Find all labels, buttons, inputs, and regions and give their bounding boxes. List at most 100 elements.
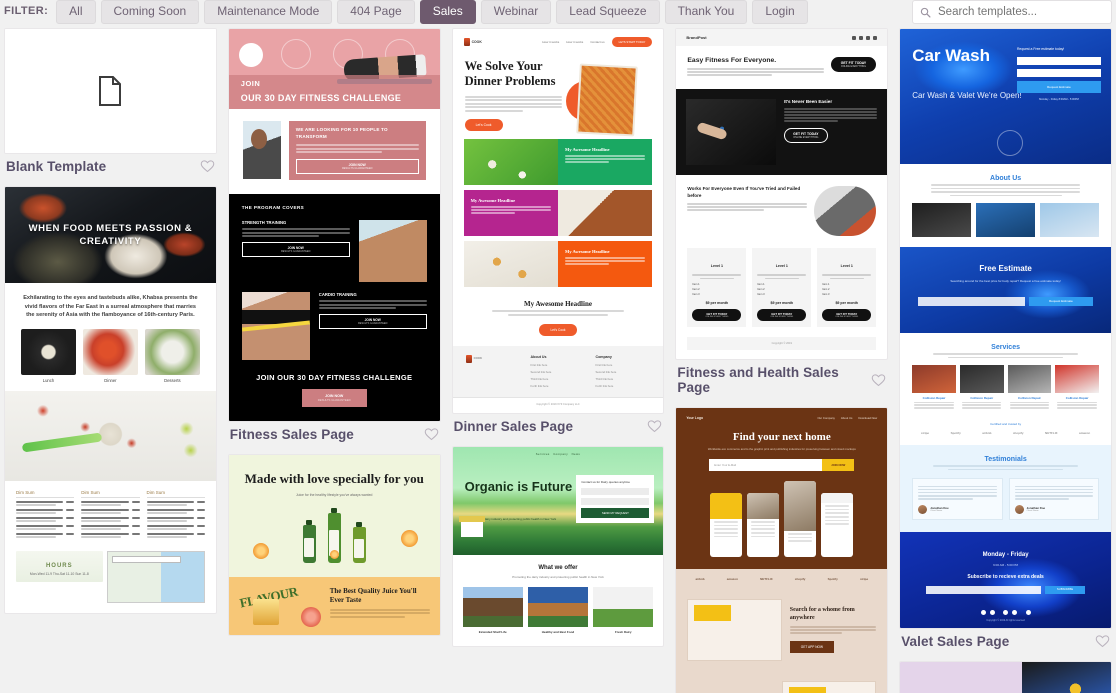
template-thumbnail-blank[interactable]	[4, 28, 217, 154]
email-field[interactable]	[1016, 68, 1101, 77]
center-cta[interactable]: Let's Cook	[538, 324, 578, 336]
template-caption: Blank Template	[4, 154, 217, 176]
nav-link[interactable]: How it works	[542, 40, 559, 44]
youtube-icon[interactable]	[873, 35, 878, 40]
nav-link[interactable]: Download Now	[858, 416, 877, 420]
tier-cta[interactable]: GET FIT TODAY ONLINE EVERYTHING	[692, 309, 742, 322]
template-thumbnail-realestate[interactable]: Your Logo Our Company About Us Download …	[675, 407, 889, 693]
tier-cta[interactable]: GET FIT TODAY ONLINE EVERYTHING	[757, 309, 807, 322]
submit-button[interactable]: Request Estimate	[1016, 80, 1101, 93]
template-item-partial[interactable]	[899, 660, 1112, 693]
filter-webinar[interactable]: Webinar	[480, 0, 552, 25]
template-item-realestate[interactable]: Your Logo Our Company About Us Download …	[675, 407, 889, 693]
footer-logo: COOK	[465, 355, 521, 391]
email-field[interactable]	[581, 498, 650, 506]
facebook-icon[interactable]	[852, 35, 857, 40]
template-thumbnail-juice[interactable]: Made with love specially for you Juice f…	[227, 454, 441, 637]
heart-icon[interactable]	[647, 419, 662, 434]
facebook-icon[interactable]	[980, 609, 986, 615]
fitness-hero-line1: JOIN	[240, 79, 261, 88]
subscribe-button[interactable]: SUBSCRIBE	[1044, 585, 1085, 594]
nav-link[interactable]: About Us	[841, 416, 853, 420]
tier-cta[interactable]: GET FIT TODAY ONLINE EVERYTHING	[822, 309, 872, 322]
fitness-offer-cta[interactable]: JOIN NOW RESULTS GUARANTEED	[295, 159, 419, 175]
filter-404-page[interactable]: 404 Page	[337, 0, 415, 25]
realestate-subhead: Worldwide eco commerce and to the graphi…	[707, 447, 856, 452]
filter-login[interactable]: Login	[752, 0, 808, 25]
template-item-dinner[interactable]: COOK How it works How it works Contact u…	[451, 28, 665, 436]
template-thumbnail-dinner[interactable]: COOK How it works How it works Contact u…	[451, 28, 665, 414]
service-card: Collision Repair	[912, 365, 956, 410]
filter-maintenance-mode[interactable]: Maintenance Mode	[204, 0, 333, 25]
submit-button[interactable]: SEND MY REQUEST	[581, 508, 650, 519]
footer-link[interactable]: First link here	[531, 363, 586, 367]
fitness-footer-cta[interactable]: JOIN NOW RESULTS GUARANTEED	[301, 389, 367, 408]
program-cta[interactable]: JOIN NOW RESULTS GUARANTEED	[318, 314, 427, 330]
template-item-restaurant[interactable]: WHEN FOOD MEETS PASSION & CREATIVITY Exh…	[4, 186, 217, 614]
program-cta[interactable]: JOIN NOW RESULTS GUARANTEED	[241, 242, 350, 258]
instagram-icon[interactable]	[866, 35, 871, 40]
envelope-icon[interactable]	[1012, 609, 1018, 615]
filter-lead-squeeze[interactable]: Lead Squeeze	[556, 0, 660, 25]
nav-link[interactable]: Services	[536, 452, 550, 456]
template-title: Dinner Sales Page	[453, 419, 574, 434]
template-thumbnail-restaurant[interactable]: WHEN FOOD MEETS PASSION & CREATIVITY Exh…	[4, 186, 217, 614]
subscribe-input[interactable]	[926, 585, 1041, 594]
footer-link[interactable]: Third link here	[531, 377, 586, 381]
search-input[interactable]	[936, 5, 1104, 19]
template-item-valet[interactable]: Car Wash Car Wash & Valet We're Open! Re…	[899, 28, 1112, 651]
fh-hero-cta[interactable]: GET FIT TODAY ONLINE EVERYTHING	[830, 57, 877, 72]
nav-link[interactable]: How it works	[566, 40, 583, 44]
name-field[interactable]	[1016, 56, 1101, 65]
twitter-icon[interactable]	[989, 609, 995, 615]
footer-link[interactable]: Third link here	[595, 377, 650, 381]
email-input[interactable]: Enter Your E-Mail	[709, 459, 823, 472]
nav-link[interactable]: Contact us	[590, 40, 604, 44]
template-caption: Valet Sales Page	[899, 629, 1112, 651]
footer-link[interactable]: Second link here	[531, 370, 586, 374]
dinner-hero-cta[interactable]: Let's Cook	[464, 119, 503, 131]
template-item-juice[interactable]: Made with love specially for you Juice f…	[227, 454, 441, 637]
footer-link[interactable]: Second link here	[595, 370, 650, 374]
nav-cta-button[interactable]: LETS START TODAY	[611, 37, 653, 47]
footer-link[interactable]: Forth link here	[595, 384, 650, 388]
nav-link[interactable]: Our Company	[817, 416, 834, 420]
heart-icon[interactable]	[871, 373, 886, 388]
section-cta[interactable]: GET APP NOW	[789, 641, 834, 654]
filter-all[interactable]: All	[56, 0, 96, 25]
template-thumbnail-partial[interactable]	[899, 660, 1112, 693]
twitter-icon[interactable]	[859, 35, 864, 40]
template-thumbnail-organic[interactable]: Services Company News Organic is Future …	[451, 446, 665, 647]
template-item-fitness[interactable]: JOIN OUR 30 DAY FITNESS CHALLENGE WE ARE…	[227, 28, 441, 444]
template-item-fitness-health[interactable]: BrandPost Easy Fitness For Everyone. GET…	[675, 28, 889, 397]
footer-link[interactable]: First link here	[595, 363, 650, 367]
category-dinner: Dinner	[82, 328, 138, 383]
fh-dark-cta[interactable]: GET FIT TODAY ONLINE EVERYTHING	[784, 128, 828, 144]
template-item-organic[interactable]: Services Company News Organic is Future …	[451, 446, 665, 647]
youtube-icon[interactable]	[1025, 609, 1031, 615]
nav-link[interactable]: News	[572, 452, 581, 456]
search-box[interactable]	[912, 0, 1112, 24]
menu-column: Dim Sum	[146, 490, 205, 541]
dinner-hero: We Solve Your Dinner Problems Let's Cook	[453, 47, 664, 139]
template-thumbnail-valet[interactable]: Car Wash Car Wash & Valet We're Open! Re…	[899, 28, 1112, 629]
filter-sales[interactable]: Sales	[419, 0, 476, 25]
heart-icon[interactable]	[1095, 634, 1110, 649]
template-item-blank[interactable]: Blank Template	[4, 28, 217, 176]
filter-coming-soon[interactable]: Coming Soon	[100, 0, 200, 25]
join-button[interactable]: JOIN NOW	[822, 459, 855, 472]
logo-text: Your Logo	[686, 416, 704, 421]
filter-thank-you[interactable]: Thank You	[664, 0, 748, 25]
organic-cards: Extended Shelf Life Healthy and Best Foo…	[462, 587, 654, 634]
heart-icon[interactable]	[424, 427, 439, 442]
name-field[interactable]	[581, 488, 650, 496]
instagram-icon[interactable]	[1003, 609, 1009, 615]
estimate-input[interactable]	[918, 297, 1025, 306]
template-thumbnail-fitness-health[interactable]: BrandPost Easy Fitness For Everyone. GET…	[675, 28, 889, 361]
template-thumbnail-fitness[interactable]: JOIN OUR 30 DAY FITNESS CHALLENGE WE ARE…	[227, 28, 441, 423]
heart-icon[interactable]	[200, 159, 215, 174]
nav-link[interactable]: Company	[553, 452, 568, 456]
footer-link[interactable]: Forth link here	[531, 384, 586, 388]
program-item-title: CARDIO TRAINING	[318, 292, 357, 298]
estimate-button[interactable]: Request Estimate	[1028, 297, 1093, 306]
